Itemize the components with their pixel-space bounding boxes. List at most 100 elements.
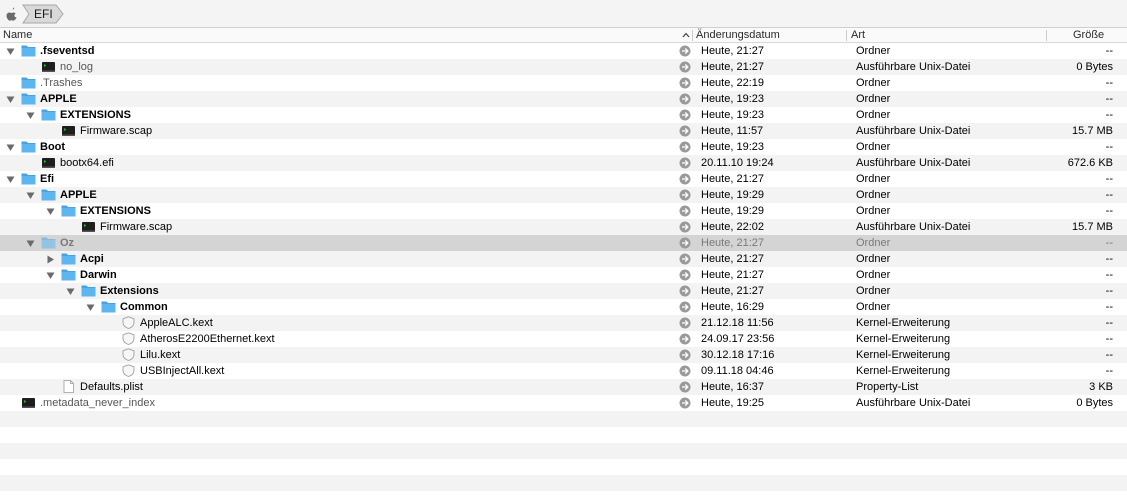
disclosure-open-icon[interactable]: [66, 287, 75, 296]
reveal-arrow-icon[interactable]: [679, 221, 691, 233]
file-size: 15.7 MB: [1072, 125, 1113, 137]
reveal-arrow-icon[interactable]: [679, 77, 691, 89]
date-modified: Heute, 21:27: [701, 253, 764, 265]
disclosure-open-icon[interactable]: [46, 207, 55, 216]
kext-shield-icon: [122, 332, 135, 345]
list-row[interactable]: Acpi Heute, 21:27 Ordner --: [0, 251, 1127, 267]
reveal-arrow-icon[interactable]: [679, 173, 691, 185]
list-row[interactable]: EXTENSIONS Heute, 19:23 Ordner --: [0, 107, 1127, 123]
disclosure-open-icon[interactable]: [6, 175, 15, 184]
file-kind: Ausführbare Unix-Datei: [856, 157, 971, 169]
reveal-arrow-icon[interactable]: [679, 61, 691, 73]
column-date-header[interactable]: Änderungsdatum: [696, 28, 780, 43]
file-size: --: [1105, 269, 1113, 281]
list-row[interactable]: EXTENSIONS Heute, 19:29 Ordner --: [0, 203, 1127, 219]
reveal-arrow-icon[interactable]: [679, 349, 691, 361]
reveal-arrow-icon[interactable]: [679, 141, 691, 153]
file-kind: Ordner: [856, 93, 891, 105]
reveal-arrow-icon[interactable]: [679, 93, 691, 105]
list-row[interactable]: APPLE Heute, 19:23 Ordner --: [0, 91, 1127, 107]
list-row[interactable]: AtherosE2200Ethernet.kext 24.09.17 23:56 K…: [0, 331, 1127, 347]
date-modified: 21.12.18 11:56: [701, 317, 774, 329]
disclosure-open-icon[interactable]: [6, 95, 15, 104]
list-row[interactable]: Lilu.kext 30.12.18 17:16 Kernel-Erweiterun…: [0, 347, 1127, 363]
reveal-arrow-icon[interactable]: [679, 269, 691, 281]
list-row[interactable]: Firmware.scap Heute, 11:57 Ausführbare Uni…: [0, 123, 1127, 139]
folder-icon: [61, 269, 76, 281]
file-kind: Ordner: [856, 109, 891, 121]
reveal-arrow-icon[interactable]: [679, 381, 691, 393]
list-row[interactable]: no_log Heute, 21:27 Ausführbare Unix-Datei…: [0, 59, 1127, 75]
disclosure-open-icon[interactable]: [86, 303, 95, 312]
file-name: Firmware.scap: [100, 221, 173, 233]
file-kind: Ordner: [856, 237, 891, 249]
file-name: .metadata_never_index: [40, 397, 155, 409]
list-row[interactable]: Oz Heute, 21:27 Ordner --: [0, 235, 1127, 251]
list-row[interactable]: AppleALC.kext 21.12.18 11:56 Kernel-Erweit…: [0, 315, 1127, 331]
column-kind-header[interactable]: Art: [851, 28, 865, 43]
disclosure-open-icon[interactable]: [26, 239, 35, 248]
reveal-arrow-icon[interactable]: [679, 45, 691, 57]
file-name: Firmware.scap: [80, 125, 153, 137]
disclosure-open-icon[interactable]: [26, 191, 35, 200]
list-row[interactable]: Boot Heute, 19:23 Ordner --: [0, 139, 1127, 155]
disclosure-closed-icon[interactable]: [46, 255, 55, 264]
file-name: .fseventsd: [40, 45, 95, 57]
file-size: --: [1105, 349, 1113, 361]
file-name: USBInjectAll.kext: [140, 365, 225, 377]
list-row[interactable]: bootx64.efi 20.11.10 19:24 Ausführbare Uni…: [0, 155, 1127, 171]
reveal-arrow-icon[interactable]: [679, 109, 691, 121]
list-row[interactable]: USBInjectAll.kext 09.11.18 04:46 Kernel-Er…: [0, 363, 1127, 379]
file-name: Extensions: [100, 285, 159, 297]
column-size-header[interactable]: Größe: [1073, 28, 1104, 43]
reveal-arrow-icon[interactable]: [679, 317, 691, 329]
reveal-arrow-icon[interactable]: [679, 333, 691, 345]
kext-shield-icon: [122, 316, 135, 329]
empty-row: [0, 411, 1127, 427]
kext-shield-icon: [122, 348, 135, 361]
column-separator[interactable]: [846, 30, 847, 41]
list-row[interactable]: Extensions Heute, 21:27 Ordner --: [0, 283, 1127, 299]
disclosure-open-icon[interactable]: [46, 271, 55, 280]
list-row[interactable]: .fseventsd Heute, 21:27 Ordner --: [0, 43, 1127, 59]
folder-icon: [21, 141, 36, 153]
list-row[interactable]: Darwin Heute, 21:27 Ordner --: [0, 267, 1127, 283]
path-crumb-efi[interactable]: EFI: [22, 4, 64, 24]
disclosure-open-icon[interactable]: [6, 143, 15, 152]
folder-icon: [81, 285, 96, 297]
reveal-arrow-icon[interactable]: [679, 365, 691, 377]
disclosure-open-icon[interactable]: [6, 47, 15, 56]
file-kind: Ordner: [856, 173, 891, 185]
file-name: EXTENSIONS: [60, 109, 131, 121]
file-list: .fseventsd Heute, 21:27 Ordner -- no_log Heut…: [0, 43, 1127, 491]
date-modified: Heute, 11:57: [701, 125, 764, 137]
empty-row: [0, 443, 1127, 459]
list-row[interactable]: Efi Heute, 21:27 Ordner --: [0, 171, 1127, 187]
reveal-arrow-icon[interactable]: [679, 237, 691, 249]
column-separator[interactable]: [692, 30, 693, 41]
path-bar: EFI: [0, 0, 1127, 28]
list-row[interactable]: APPLE Heute, 19:29 Ordner --: [0, 187, 1127, 203]
reveal-arrow-icon[interactable]: [679, 253, 691, 265]
list-row[interactable]: .Trashes Heute, 22:19 Ordner --: [0, 75, 1127, 91]
file-name: APPLE: [40, 93, 77, 105]
disclosure-open-icon[interactable]: [26, 111, 35, 120]
hard-drive-icon[interactable]: [6, 7, 18, 21]
column-separator[interactable]: [1046, 30, 1047, 41]
reveal-arrow-icon[interactable]: [679, 397, 691, 409]
list-row[interactable]: Common Heute, 16:29 Ordner --: [0, 299, 1127, 315]
terminal-exec-icon: [42, 62, 55, 72]
list-row[interactable]: Firmware.scap Heute, 22:02 Ausführbare Uni…: [0, 219, 1127, 235]
reveal-arrow-icon[interactable]: [679, 205, 691, 217]
file-name: Common: [120, 301, 168, 313]
reveal-arrow-icon[interactable]: [679, 189, 691, 201]
column-name-header[interactable]: Name: [3, 28, 32, 43]
file-size: --: [1105, 301, 1113, 313]
reveal-arrow-icon[interactable]: [679, 125, 691, 137]
folder-icon: [61, 253, 76, 265]
reveal-arrow-icon[interactable]: [679, 157, 691, 169]
list-row[interactable]: .metadata_never_index Heute, 19:25 Ausführ…: [0, 395, 1127, 411]
reveal-arrow-icon[interactable]: [679, 285, 691, 297]
list-row[interactable]: Defaults.plist Heute, 16:37 Property-List 3…: [0, 379, 1127, 395]
reveal-arrow-icon[interactable]: [679, 301, 691, 313]
